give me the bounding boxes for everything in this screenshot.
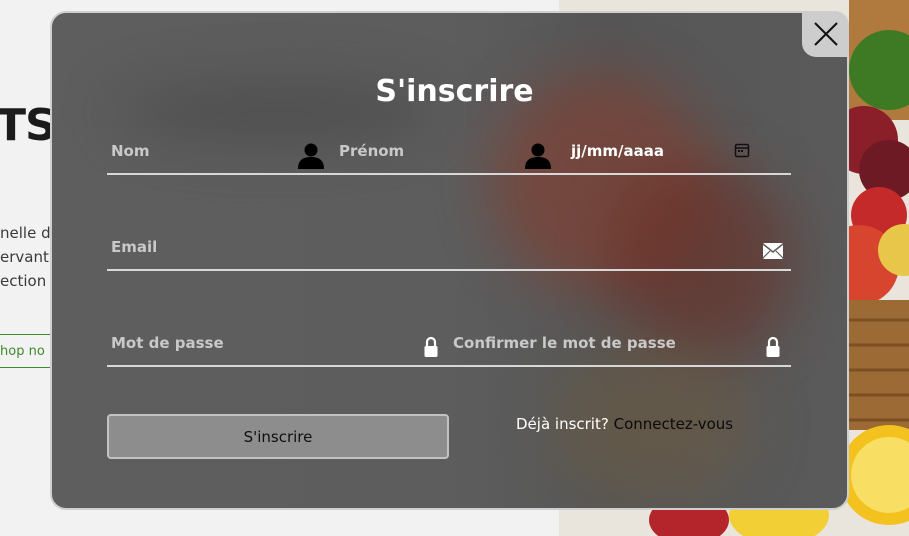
signup-submit-button[interactable]: S'inscrire bbox=[107, 414, 449, 459]
field-underline bbox=[107, 173, 791, 175]
user-icon bbox=[525, 143, 551, 169]
email-field[interactable]: Email bbox=[107, 230, 791, 266]
close-button[interactable] bbox=[802, 11, 849, 57]
password-placeholder: Mot de passe bbox=[111, 334, 224, 352]
login-prompt-text: Déjà inscrit? bbox=[516, 415, 609, 433]
calendar-icon[interactable] bbox=[734, 142, 750, 158]
close-icon bbox=[813, 22, 838, 46]
birth-date-input[interactable]: jj/mm/aaaa bbox=[567, 134, 791, 170]
background-text-line: nelle d bbox=[0, 224, 51, 242]
confirm-password-field[interactable]: Confirmer le mot de passe bbox=[449, 326, 791, 362]
field-underline bbox=[107, 365, 791, 367]
modal-title: S'inscrire bbox=[375, 74, 534, 109]
login-link[interactable]: Connectez-vous bbox=[614, 415, 734, 433]
login-prompt: Déjà inscrit? Connectez-vous bbox=[516, 415, 733, 433]
first-name-field[interactable]: Prénom bbox=[335, 134, 553, 170]
date-placeholder: jj/mm/aaaa bbox=[571, 142, 664, 160]
background-text-line: ervant bbox=[0, 248, 49, 266]
envelope-icon bbox=[762, 243, 784, 259]
password-field[interactable]: Mot de passe bbox=[107, 326, 443, 362]
confirm-password-placeholder: Confirmer le mot de passe bbox=[453, 334, 676, 352]
lock-icon bbox=[766, 336, 780, 357]
first-name-placeholder: Prénom bbox=[339, 142, 405, 160]
user-icon bbox=[298, 143, 324, 169]
lock-icon bbox=[424, 336, 438, 357]
email-placeholder: Email bbox=[111, 238, 158, 256]
field-underline bbox=[107, 269, 791, 271]
last-name-placeholder: Nom bbox=[111, 142, 150, 160]
last-name-field[interactable]: Nom bbox=[107, 134, 325, 170]
